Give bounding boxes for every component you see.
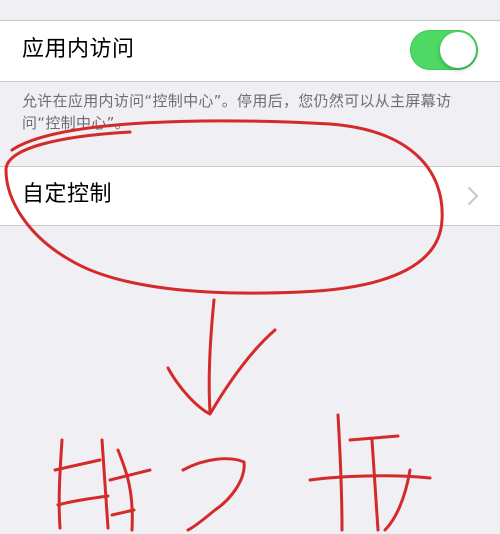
toggle-knob xyxy=(440,32,476,68)
customize-controls-cell[interactable]: 自定控制 xyxy=(0,166,500,226)
chevron-right-icon xyxy=(468,187,478,205)
access-within-apps-toggle[interactable] xyxy=(410,30,478,70)
annotation-step-text xyxy=(53,413,432,532)
access-within-apps-cell: 应用内访问 xyxy=(0,20,500,82)
top-spacer xyxy=(0,0,500,20)
access-footer-note: 允许在应用内访问“控制中心”。停用后，您仍然可以从主屏幕访问“控制中心”。 xyxy=(22,92,452,132)
annotation-arrow-head xyxy=(166,328,277,416)
access-within-apps-label: 应用内访问 xyxy=(22,37,135,62)
customize-controls-label: 自定控制 xyxy=(22,182,113,207)
annotation-arrow-shaft xyxy=(207,298,216,414)
